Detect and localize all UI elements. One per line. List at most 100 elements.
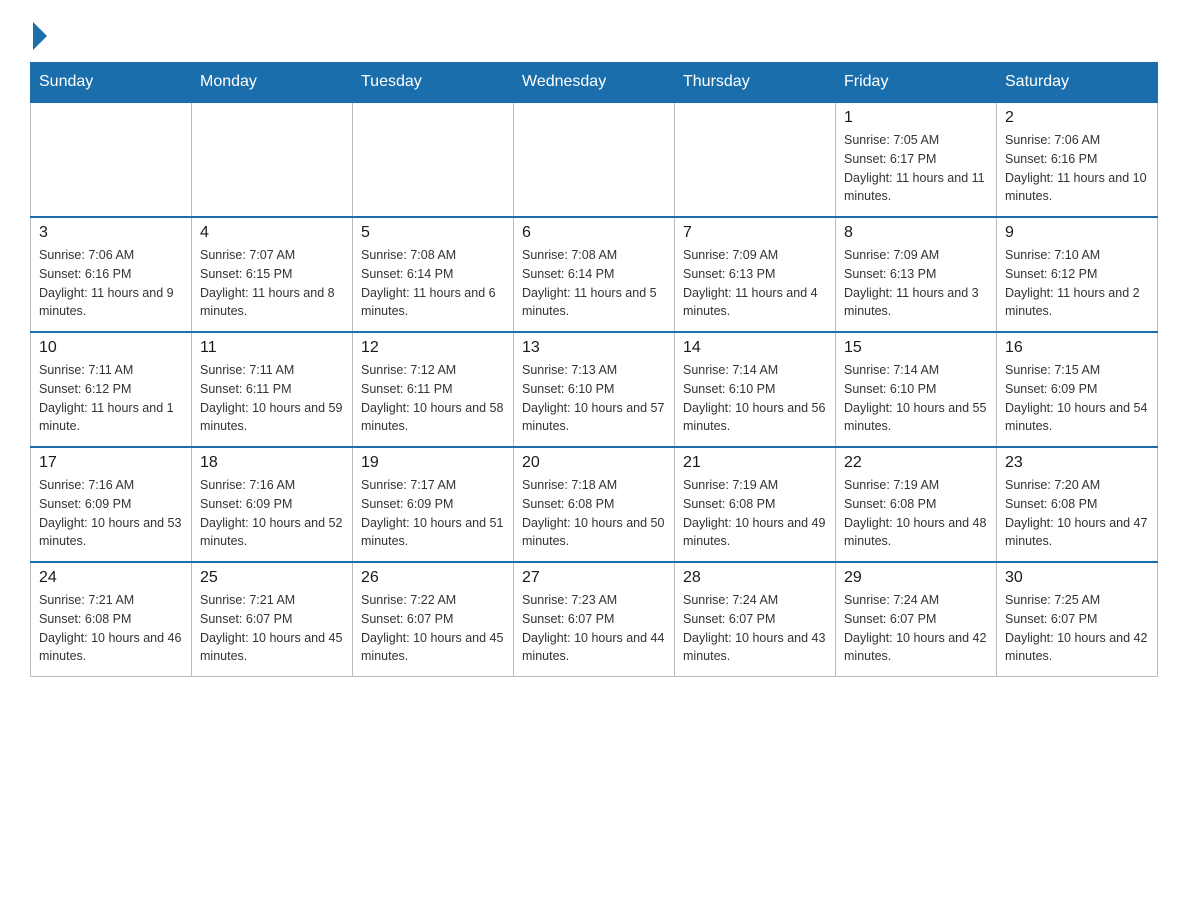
day-info: Sunrise: 7:16 AMSunset: 6:09 PMDaylight:… [39, 476, 183, 551]
day-info: Sunrise: 7:06 AMSunset: 6:16 PMDaylight:… [1005, 131, 1149, 206]
day-info: Sunrise: 7:17 AMSunset: 6:09 PMDaylight:… [361, 476, 505, 551]
day-number: 15 [844, 339, 988, 357]
calendar-cell: 12 Sunrise: 7:12 AMSunset: 6:11 PMDayligh… [353, 332, 514, 447]
day-number: 2 [1005, 109, 1149, 127]
day-info: Sunrise: 7:09 AMSunset: 6:13 PMDaylight:… [683, 246, 827, 321]
day-number: 7 [683, 224, 827, 242]
day-number: 12 [361, 339, 505, 357]
calendar-cell: 4 Sunrise: 7:07 AMSunset: 6:15 PMDaylight… [192, 217, 353, 332]
calendar-header-wednesday: Wednesday [514, 63, 675, 103]
day-info: Sunrise: 7:08 AMSunset: 6:14 PMDaylight:… [361, 246, 505, 321]
calendar-cell: 2 Sunrise: 7:06 AMSunset: 6:16 PMDaylight… [997, 102, 1158, 217]
calendar-header-tuesday: Tuesday [353, 63, 514, 103]
day-number: 30 [1005, 569, 1149, 587]
day-number: 27 [522, 569, 666, 587]
calendar-header-row: SundayMondayTuesdayWednesdayThursdayFrid… [31, 63, 1158, 103]
calendar-week-5: 24Sunrise: 7:21 AMSunset: 6:08 PMDayligh… [31, 562, 1158, 677]
day-number: 20 [522, 454, 666, 472]
day-number: 17 [39, 454, 183, 472]
day-number: 1 [844, 109, 988, 127]
day-number: 24 [39, 569, 183, 587]
day-number: 13 [522, 339, 666, 357]
day-number: 21 [683, 454, 827, 472]
calendar-cell: 10 Sunrise: 7:11 AMSunset: 6:12 PMDayligh… [31, 332, 192, 447]
day-info: Sunrise: 7:07 AMSunset: 6:15 PMDaylight:… [200, 246, 344, 321]
calendar-cell: 7 Sunrise: 7:09 AMSunset: 6:13 PMDaylight… [675, 217, 836, 332]
calendar-cell [192, 102, 353, 217]
day-number: 16 [1005, 339, 1149, 357]
day-info: Sunrise: 7:14 AMSunset: 6:10 PMDaylight:… [844, 361, 988, 436]
day-number: 9 [1005, 224, 1149, 242]
calendar-cell: 5 Sunrise: 7:08 AMSunset: 6:14 PMDaylight… [353, 217, 514, 332]
day-number: 8 [844, 224, 988, 242]
day-info: Sunrise: 7:05 AMSunset: 6:17 PMDaylight:… [844, 131, 988, 206]
day-number: 28 [683, 569, 827, 587]
day-info: Sunrise: 7:20 AMSunset: 6:08 PMDaylight:… [1005, 476, 1149, 551]
day-info: Sunrise: 7:10 AMSunset: 6:12 PMDaylight:… [1005, 246, 1149, 321]
day-info: Sunrise: 7:12 AMSunset: 6:11 PMDaylight:… [361, 361, 505, 436]
day-number: 26 [361, 569, 505, 587]
day-number: 23 [1005, 454, 1149, 472]
calendar-cell: 11 Sunrise: 7:11 AMSunset: 6:11 PMDayligh… [192, 332, 353, 447]
day-number: 5 [361, 224, 505, 242]
calendar-cell: 20 Sunrise: 7:18 AMSunset: 6:08 PMDayligh… [514, 447, 675, 562]
calendar-header-sunday: Sunday [31, 63, 192, 103]
calendar-cell: 9 Sunrise: 7:10 AMSunset: 6:12 PMDaylight… [997, 217, 1158, 332]
day-info: Sunrise: 7:21 AMSunset: 6:07 PMDaylight:… [200, 591, 344, 666]
day-info: Sunrise: 7:23 AMSunset: 6:07 PMDaylight:… [522, 591, 666, 666]
day-number: 10 [39, 339, 183, 357]
calendar-cell: 23 Sunrise: 7:20 AMSunset: 6:08 PMDayligh… [997, 447, 1158, 562]
calendar-cell: 3Sunrise: 7:06 AMSunset: 6:16 PMDaylight… [31, 217, 192, 332]
day-info: Sunrise: 7:24 AMSunset: 6:07 PMDaylight:… [844, 591, 988, 666]
calendar-week-2: 3Sunrise: 7:06 AMSunset: 6:16 PMDaylight… [31, 217, 1158, 332]
calendar-cell: 19 Sunrise: 7:17 AMSunset: 6:09 PMDayligh… [353, 447, 514, 562]
calendar-cell: 27 Sunrise: 7:23 AMSunset: 6:07 PMDayligh… [514, 562, 675, 677]
logo-triangle-icon [33, 22, 47, 50]
calendar-header-monday: Monday [192, 63, 353, 103]
calendar-table: SundayMondayTuesdayWednesdayThursdayFrid… [30, 62, 1158, 677]
day-number: 25 [200, 569, 344, 587]
calendar-cell: 6Sunrise: 7:08 AMSunset: 6:14 PMDaylight… [514, 217, 675, 332]
day-info: Sunrise: 7:19 AMSunset: 6:08 PMDaylight:… [683, 476, 827, 551]
day-info: Sunrise: 7:22 AMSunset: 6:07 PMDaylight:… [361, 591, 505, 666]
day-info: Sunrise: 7:19 AMSunset: 6:08 PMDaylight:… [844, 476, 988, 551]
calendar-week-4: 17 Sunrise: 7:16 AMSunset: 6:09 PMDayligh… [31, 447, 1158, 562]
day-info: Sunrise: 7:14 AMSunset: 6:10 PMDaylight:… [683, 361, 827, 436]
day-info: Sunrise: 7:11 AMSunset: 6:12 PMDaylight:… [39, 361, 183, 436]
calendar-header-friday: Friday [836, 63, 997, 103]
calendar-cell: 24Sunrise: 7:21 AMSunset: 6:08 PMDayligh… [31, 562, 192, 677]
day-info: Sunrise: 7:24 AMSunset: 6:07 PMDaylight:… [683, 591, 827, 666]
calendar-cell: 21 Sunrise: 7:19 AMSunset: 6:08 PMDayligh… [675, 447, 836, 562]
day-number: 11 [200, 339, 344, 357]
day-info: Sunrise: 7:18 AMSunset: 6:08 PMDaylight:… [522, 476, 666, 551]
logo-top [30, 20, 47, 50]
logo [30, 20, 47, 42]
day-number: 29 [844, 569, 988, 587]
day-info: Sunrise: 7:06 AMSunset: 6:16 PMDaylight:… [39, 246, 183, 321]
page-header [30, 20, 1158, 42]
day-info: Sunrise: 7:25 AMSunset: 6:07 PMDaylight:… [1005, 591, 1149, 666]
day-number: 4 [200, 224, 344, 242]
calendar-header-thursday: Thursday [675, 63, 836, 103]
calendar-cell: 16Sunrise: 7:15 AMSunset: 6:09 PMDayligh… [997, 332, 1158, 447]
calendar-cell: 30 Sunrise: 7:25 AMSunset: 6:07 PMDayligh… [997, 562, 1158, 677]
day-number: 22 [844, 454, 988, 472]
day-number: 18 [200, 454, 344, 472]
calendar-cell: 15 Sunrise: 7:14 AMSunset: 6:10 PMDayligh… [836, 332, 997, 447]
calendar-cell: 1 Sunrise: 7:05 AMSunset: 6:17 PMDaylight… [836, 102, 997, 217]
calendar-cell [514, 102, 675, 217]
day-info: Sunrise: 7:11 AMSunset: 6:11 PMDaylight:… [200, 361, 344, 436]
calendar-cell: 13Sunrise: 7:13 AMSunset: 6:10 PMDayligh… [514, 332, 675, 447]
calendar-cell: 22 Sunrise: 7:19 AMSunset: 6:08 PMDayligh… [836, 447, 997, 562]
calendar-header-saturday: Saturday [997, 63, 1158, 103]
calendar-week-3: 10 Sunrise: 7:11 AMSunset: 6:12 PMDayligh… [31, 332, 1158, 447]
calendar-cell: 29 Sunrise: 7:24 AMSunset: 6:07 PMDayligh… [836, 562, 997, 677]
calendar-cell [353, 102, 514, 217]
day-number: 14 [683, 339, 827, 357]
calendar-cell [31, 102, 192, 217]
day-number: 19 [361, 454, 505, 472]
calendar-cell: 18 Sunrise: 7:16 AMSunset: 6:09 PMDayligh… [192, 447, 353, 562]
day-info: Sunrise: 7:16 AMSunset: 6:09 PMDaylight:… [200, 476, 344, 551]
calendar-cell: 25 Sunrise: 7:21 AMSunset: 6:07 PMDayligh… [192, 562, 353, 677]
day-info: Sunrise: 7:08 AMSunset: 6:14 PMDaylight:… [522, 246, 666, 321]
